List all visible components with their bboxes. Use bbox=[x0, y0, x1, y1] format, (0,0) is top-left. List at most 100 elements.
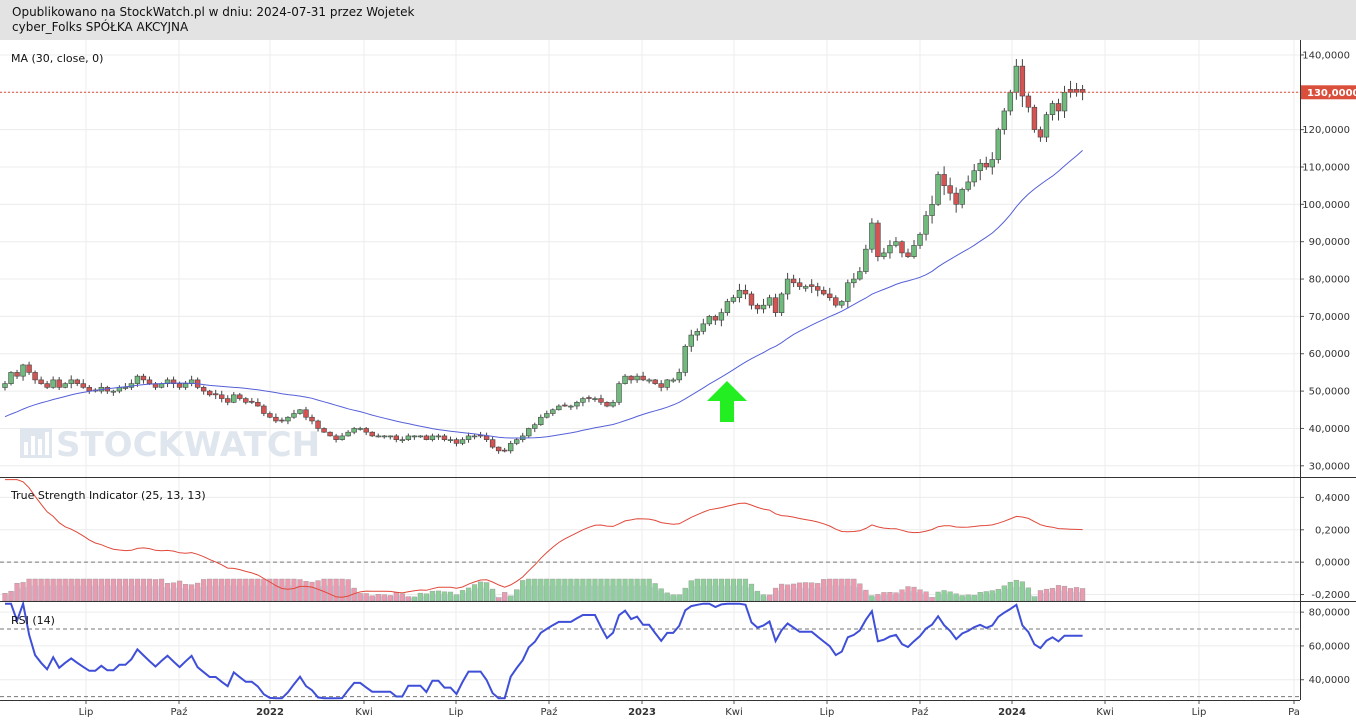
candle bbox=[435, 433, 442, 440]
price-y-tick-label: 60,0000 bbox=[1309, 349, 1350, 360]
tsi-histogram-bar bbox=[327, 578, 333, 602]
candle bbox=[526, 427, 532, 438]
candle bbox=[261, 404, 267, 417]
tsi-histogram-bar bbox=[875, 594, 881, 602]
candle bbox=[2, 380, 8, 391]
candle bbox=[1013, 59, 1020, 100]
tsi-histogram-bar bbox=[959, 595, 965, 602]
candle bbox=[827, 287, 833, 301]
tsi-histogram-bar bbox=[381, 594, 387, 602]
tsi-histogram-bar bbox=[718, 578, 724, 602]
tsi-histogram-bar bbox=[827, 578, 833, 602]
tsi-histogram-bar bbox=[995, 589, 1001, 602]
tsi-histogram-bar bbox=[447, 591, 454, 602]
candle bbox=[1025, 93, 1032, 113]
chart-header: Opublikowano na StockWatch.pl w dniu: 20… bbox=[0, 0, 1356, 40]
tsi-histogram-bar bbox=[586, 578, 592, 602]
tsi-histogram-bar bbox=[694, 578, 700, 602]
x-tick-label: Kwi bbox=[355, 707, 373, 718]
tsi-histogram-bar bbox=[791, 583, 797, 602]
candle bbox=[255, 398, 261, 407]
candle bbox=[14, 369, 20, 380]
candle bbox=[188, 375, 195, 387]
tsi-histogram-bar bbox=[146, 578, 153, 602]
tsi-histogram-bar bbox=[857, 583, 863, 602]
tsi-histogram-bar bbox=[219, 578, 225, 602]
candle bbox=[845, 279, 851, 309]
candle bbox=[574, 400, 580, 410]
candle bbox=[929, 195, 935, 224]
tsi-histogram-bar bbox=[170, 582, 177, 602]
tsi-histogram-bar bbox=[616, 578, 622, 602]
tsi-histogram-bar bbox=[622, 578, 628, 602]
candle bbox=[959, 187, 965, 209]
tsi-histogram-bar bbox=[1007, 581, 1013, 602]
tsi-histogram-bar bbox=[104, 578, 110, 602]
tsi-histogram-bar bbox=[947, 591, 953, 602]
candle bbox=[923, 210, 929, 241]
candle bbox=[784, 272, 791, 300]
tsi-histogram-bar bbox=[345, 579, 351, 602]
tsi-histogram-bar bbox=[815, 583, 821, 602]
tsi-histogram-bar bbox=[700, 578, 706, 602]
x-tick-label: Lip bbox=[449, 707, 464, 718]
candle bbox=[821, 286, 827, 296]
tsi-y-tick-label: 0,2000 bbox=[1315, 525, 1350, 536]
candle bbox=[538, 414, 544, 426]
candle bbox=[580, 396, 586, 407]
candle bbox=[309, 414, 315, 425]
candle bbox=[471, 433, 478, 440]
candle bbox=[550, 408, 556, 416]
tsi-histogram-bar bbox=[851, 578, 857, 602]
candle bbox=[267, 411, 273, 419]
tsi-histogram-bar bbox=[544, 578, 550, 602]
candle bbox=[1001, 107, 1008, 135]
candle bbox=[887, 240, 893, 259]
tsi-histogram-bar bbox=[724, 578, 731, 602]
tsi-histogram-bar bbox=[110, 578, 116, 602]
candle bbox=[857, 267, 863, 281]
candle bbox=[863, 244, 869, 274]
candle bbox=[489, 436, 496, 449]
rsi-y-tick-label: 80,0000 bbox=[1309, 608, 1350, 619]
price-panel-title: MA (30, close, 0) bbox=[11, 52, 103, 65]
candle bbox=[640, 371, 646, 382]
candle bbox=[441, 433, 448, 442]
candle bbox=[628, 375, 634, 384]
tsi-histogram-bar bbox=[508, 595, 514, 602]
tsi-histogram-bar bbox=[670, 594, 676, 602]
tsi-histogram-bar bbox=[839, 578, 845, 602]
tsi-histogram-bar bbox=[405, 596, 411, 602]
tsi-histogram-bar bbox=[213, 578, 219, 602]
tsi-histogram-bar bbox=[532, 578, 538, 602]
tsi-histogram-bar bbox=[1055, 585, 1062, 602]
tsi-histogram-bar bbox=[207, 578, 213, 602]
candle bbox=[869, 218, 875, 253]
rsi-grid bbox=[0, 602, 1300, 700]
tsi-histogram-bar bbox=[580, 578, 586, 602]
candle bbox=[796, 278, 803, 290]
candle bbox=[893, 237, 899, 248]
tsi-histogram-bar bbox=[315, 580, 321, 602]
candle bbox=[513, 437, 520, 446]
tsi-histogram-bar bbox=[140, 578, 147, 602]
candle bbox=[977, 159, 983, 181]
tsi-histogram-bar bbox=[550, 578, 556, 602]
tsi-histogram-bar bbox=[706, 578, 712, 602]
candle bbox=[899, 240, 905, 258]
tsi-histogram-bar bbox=[526, 578, 532, 602]
candle bbox=[664, 378, 670, 391]
tsi-histogram-bar bbox=[369, 595, 375, 602]
candle bbox=[98, 382, 105, 394]
candle bbox=[182, 380, 189, 390]
tsi-histogram-bar bbox=[941, 590, 947, 602]
tsi-histogram-bar bbox=[1013, 579, 1019, 602]
tsi-histogram-bar bbox=[471, 584, 478, 602]
tsi-histogram-bar bbox=[893, 592, 899, 602]
candle bbox=[935, 171, 941, 206]
watermark-logo-icon bbox=[20, 428, 52, 458]
candle bbox=[742, 284, 749, 300]
stock-chart: STOCKWATCH MA (30, close, 0) 140,0000 130… bbox=[0, 40, 1356, 718]
tsi-histogram-bar bbox=[935, 591, 941, 602]
ma-line bbox=[4, 150, 1083, 439]
